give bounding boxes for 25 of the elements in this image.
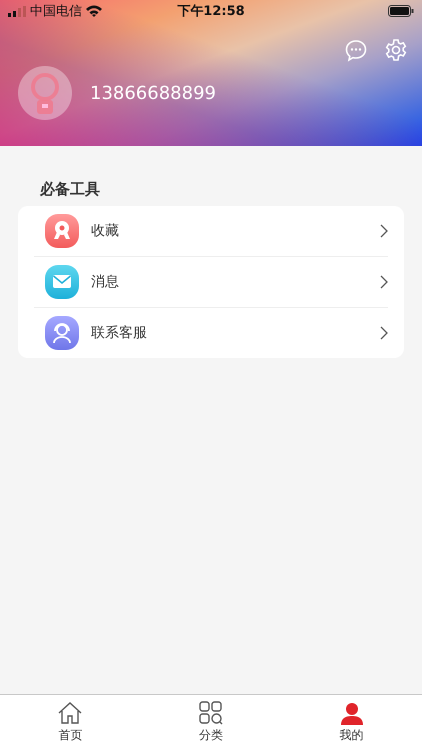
signal-icon — [8, 6, 26, 16]
tab-item[interactable]: 首页 — [0, 695, 141, 750]
tab-item[interactable]: 分类 — [140, 695, 282, 750]
carrier-name: 中国电信 — [30, 3, 82, 20]
chevron-icon — [380, 326, 388, 340]
chevron-icon — [380, 275, 388, 289]
grid-icon — [199, 701, 223, 725]
tool-item[interactable]: 消息 — [34, 257, 388, 308]
badge-icon — [45, 214, 79, 248]
person-icon — [340, 701, 364, 725]
envelope-icon — [45, 265, 79, 299]
tool-item[interactable]: 联系客服 — [34, 308, 388, 358]
chevron-icon — [380, 224, 388, 238]
tool-item[interactable]: 收藏 — [34, 206, 388, 257]
section-title: 必备工具 — [38, 179, 101, 200]
avatar[interactable] — [18, 66, 72, 120]
phone-number: 13866688899 — [90, 82, 216, 104]
settings-button[interactable] — [384, 38, 408, 62]
wifi-icon — [86, 5, 102, 17]
home-icon — [57, 701, 84, 725]
chat-button[interactable] — [344, 38, 368, 62]
status-time: 下午12:58 — [176, 3, 246, 20]
battery-icon — [388, 5, 414, 17]
headset-icon — [45, 316, 79, 350]
tab-item[interactable]: 我的 — [281, 695, 422, 750]
